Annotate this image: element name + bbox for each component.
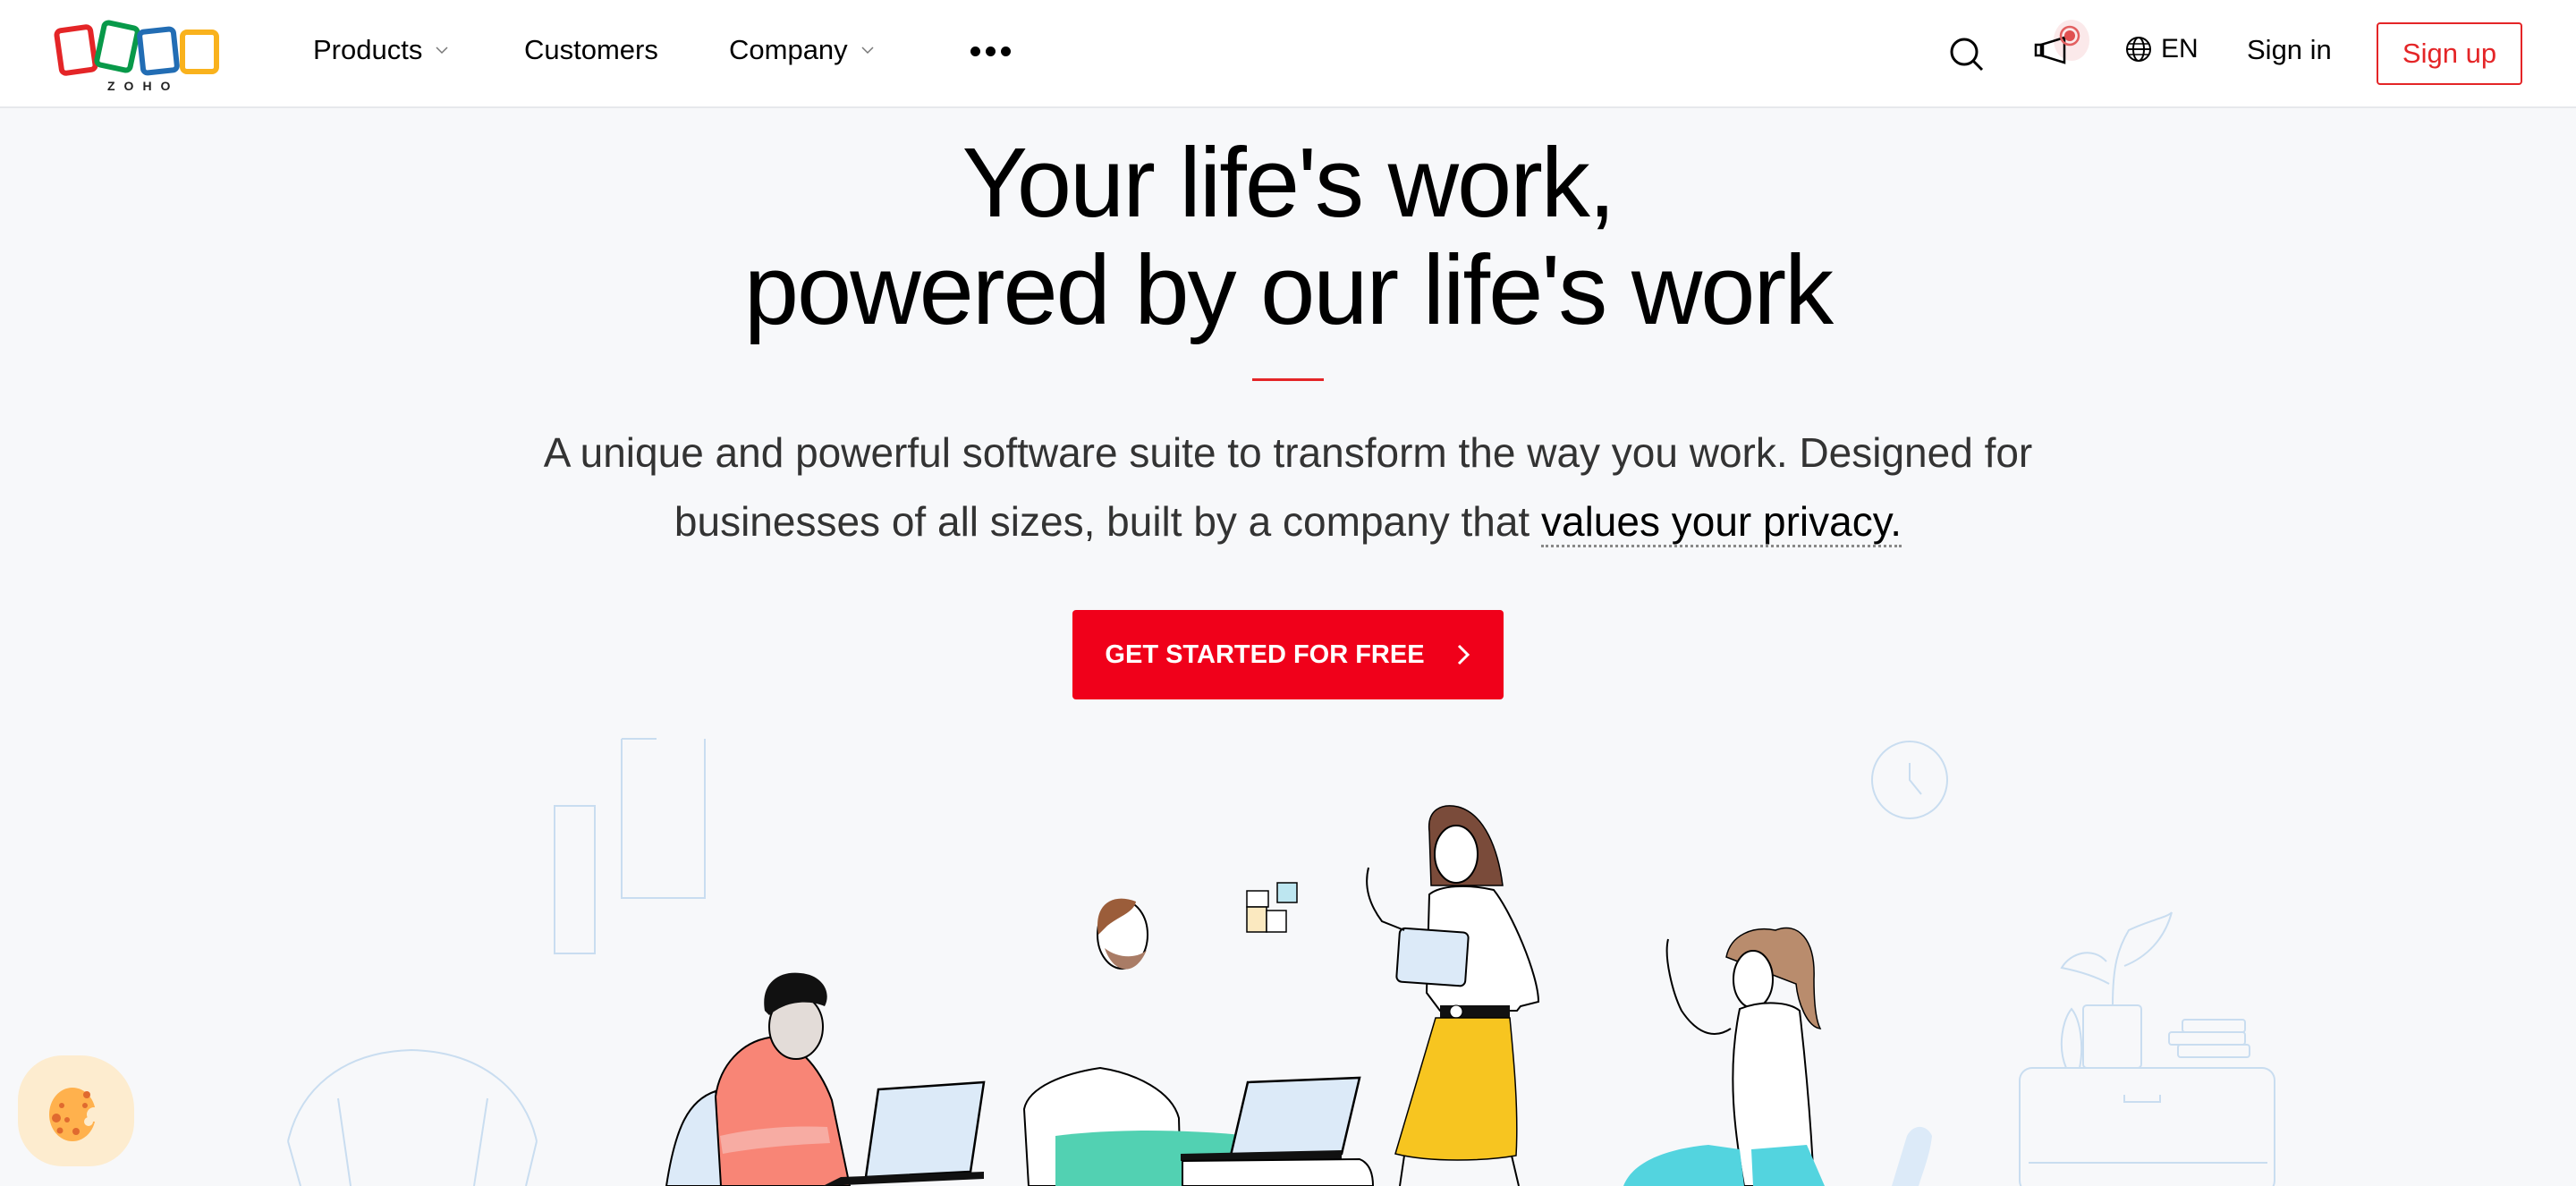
search-icon[interactable] — [1948, 36, 1986, 73]
hero-illustration — [287, 738, 2275, 1186]
more-dots-icon[interactable] — [970, 47, 1011, 56]
chevron-down-icon — [436, 47, 448, 55]
get-started-label: GET STARTED FOR FREE — [1105, 640, 1425, 669]
wall-clock — [1871, 741, 1948, 819]
cookie-settings-button[interactable] — [18, 1055, 134, 1166]
sign-up-button[interactable]: Sign up — [2377, 22, 2522, 85]
nav-products-label: Products — [313, 34, 423, 65]
nav-products[interactable]: Products — [313, 34, 449, 66]
hero-subtitle-line1: A unique and powerful software suite to … — [543, 429, 2033, 476]
hero-subtitle-line2: businesses of all sizes, built by a comp… — [0, 487, 2576, 555]
person-woman-ponytail — [1623, 927, 1932, 1186]
logo-wordmark: ZOHO — [107, 79, 180, 93]
language-label: EN — [2161, 34, 2199, 64]
person-bearded-man — [1022, 898, 1375, 1186]
nav-company-label: Company — [729, 34, 848, 65]
nav-company[interactable]: Company — [729, 34, 875, 66]
top-navbar: ZOHO Products Customers Company EN Sign … — [0, 0, 2576, 108]
language-selector[interactable]: EN — [2125, 34, 2199, 64]
privacy-link[interactable]: values your privacy. — [1540, 498, 1902, 547]
get-started-button[interactable]: GET STARTED FOR FREE — [1072, 610, 1504, 699]
globe-icon — [2126, 37, 2151, 62]
person-hoodie-laptop — [665, 972, 986, 1186]
puzzle-icon — [1246, 882, 1298, 933]
accent-divider — [1252, 378, 1324, 381]
chevron-right-icon — [1457, 644, 1470, 665]
megaphone-icon[interactable] — [2030, 18, 2093, 72]
hero-title-line1: Your life's work, — [962, 128, 1616, 238]
wall-frames — [554, 738, 706, 954]
armchair — [287, 1048, 538, 1186]
hero-title-line2: powered by our life's work — [743, 235, 1834, 345]
nav-customers-label: Customers — [524, 34, 658, 65]
cabinet-with-plant — [2019, 911, 2275, 1186]
hero-subtitle-text: businesses of all sizes, built by a comp… — [674, 498, 1541, 545]
sign-in-link[interactable]: Sign in — [2247, 34, 2332, 66]
cookie-icon — [49, 1088, 101, 1141]
person-woman-tablet — [1366, 805, 1540, 1186]
nav-customers[interactable]: Customers — [524, 34, 658, 66]
chevron-down-icon — [861, 47, 874, 55]
